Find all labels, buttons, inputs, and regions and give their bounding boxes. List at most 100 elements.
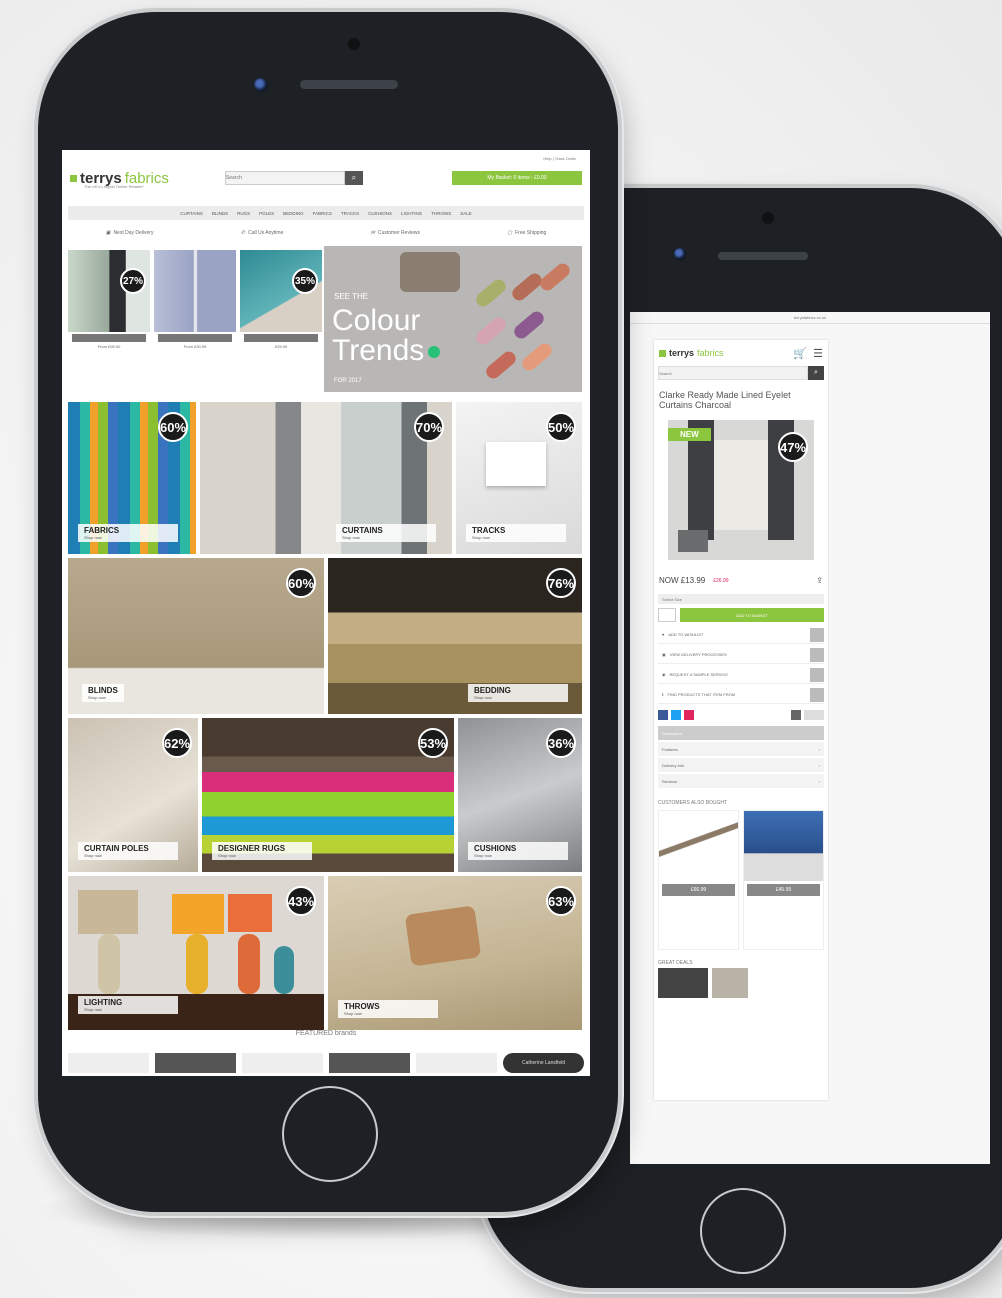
- category-tile-throws[interactable]: 63% THROWS Shop now: [328, 876, 582, 1030]
- paint-pots: [400, 252, 460, 292]
- brand-logo[interactable]: [329, 1053, 410, 1073]
- mobile-search: ⌕: [658, 366, 824, 380]
- mobile-search-input[interactable]: [658, 366, 808, 380]
- back-phone-home-button[interactable]: [700, 1188, 786, 1274]
- discount-badge: 50%: [546, 412, 576, 442]
- back-phone-screen: terrysfabrics.co.uk terrysfabrics 🛒 ☰ ⌕: [630, 312, 990, 1164]
- lamp-shade: [78, 890, 138, 934]
- swatch: [519, 340, 555, 374]
- chevron-right-icon: ›: [818, 778, 820, 784]
- print-icon[interactable]: [791, 710, 801, 720]
- colour-trends-banner[interactable]: SEE THE Colour Trends FOR 2017: [324, 246, 582, 392]
- related-product[interactable]: £66.99: [658, 810, 739, 950]
- share-icon[interactable]: ⇪: [816, 576, 823, 585]
- trends-line-2: Colour Trends: [332, 306, 441, 366]
- discount-badge: 60%: [286, 568, 316, 598]
- nav-item[interactable]: BLINDS: [212, 211, 228, 216]
- category-tile-lighting[interactable]: 43% LIGHTING Shop now: [68, 876, 324, 1030]
- discount-badge: 47%: [778, 432, 808, 462]
- account-links[interactable]: Help | Track Order: [543, 156, 576, 161]
- mobile-logo[interactable]: terrys fabrics: [659, 348, 724, 358]
- price: NOW £13.99: [659, 576, 706, 585]
- chevron-right-icon: ›: [818, 746, 820, 752]
- quick-view-bar[interactable]: [244, 334, 318, 342]
- category-label: DESIGNER RUGS Shop now: [212, 842, 312, 860]
- category-tile-fabrics[interactable]: 60% FABRICS Shop now: [68, 402, 196, 554]
- search-input[interactable]: [224, 171, 345, 185]
- product-image: [154, 250, 236, 332]
- size-select[interactable]: Select Size: [658, 594, 824, 604]
- quick-view-bar[interactable]: [72, 334, 146, 342]
- brand-logo[interactable]: [242, 1053, 323, 1073]
- swatch: [509, 270, 545, 304]
- green-dot-icon: [428, 346, 441, 359]
- mockup-stage: terrysfabrics.co.uk terrysfabrics 🛒 ☰ ⌕: [0, 0, 1002, 1298]
- brand-logo[interactable]: [68, 1053, 149, 1073]
- nav-item[interactable]: CURTAINS: [180, 211, 203, 216]
- category-tile-curtains[interactable]: 70% CURTAINS Shop now: [200, 402, 452, 554]
- search-icon[interactable]: ⌕: [808, 366, 824, 380]
- quick-view-bar[interactable]: [158, 334, 232, 342]
- search-icon[interactable]: ⌕: [344, 171, 363, 185]
- brand-logo[interactable]: Catherine Lansfield: [503, 1053, 584, 1073]
- nav-item[interactable]: TRACKS: [341, 211, 359, 216]
- nav-item[interactable]: BEDDING: [283, 211, 304, 216]
- basket-icon[interactable]: 🛒: [793, 347, 807, 360]
- chevron-right-icon: [810, 667, 824, 682]
- accordion-description[interactable]: Description: [658, 726, 824, 740]
- add-to-basket-button[interactable]: ADD TO BASKET: [680, 608, 824, 622]
- brand-logo[interactable]: [155, 1053, 236, 1073]
- link-sample[interactable]: ◉ REQUEST A SAMPLE SERVICE: [658, 666, 824, 684]
- email-icon[interactable]: [804, 710, 824, 720]
- lamp-base: [186, 934, 208, 994]
- accordion-features[interactable]: Features ›: [658, 742, 824, 756]
- related-products: £66.99 £45.99: [658, 810, 824, 950]
- pinterest-icon[interactable]: [684, 710, 694, 720]
- brand-logo[interactable]: [416, 1053, 497, 1073]
- accordion-reviews[interactable]: Reviews ›: [658, 774, 824, 788]
- menu-icon[interactable]: ☰: [813, 347, 823, 360]
- accordion-delivery[interactable]: Delivery Info ›: [658, 758, 824, 772]
- other-product[interactable]: [658, 968, 708, 998]
- heart-icon: ♥: [662, 632, 665, 637]
- nav-item[interactable]: SALE: [460, 211, 472, 216]
- twitter-icon[interactable]: [671, 710, 681, 720]
- category-tile-designer-rugs[interactable]: 53% DESIGNER RUGS Shop now: [202, 718, 454, 872]
- discount-badge: 76%: [546, 568, 576, 598]
- category-tile-curtain-poles[interactable]: 62% CURTAIN POLES Shop now: [68, 718, 198, 872]
- usp-bar: ▣ Next Day Delivery ✆ Call Us Anytime ✉ Cus…: [62, 220, 590, 246]
- mobile-header: terrys fabrics 🛒 ☰: [654, 340, 828, 366]
- product-card[interactable]: 27% From £99.00: [68, 250, 150, 392]
- social-share: [658, 710, 824, 720]
- basket-button[interactable]: My Basket: 0 items - £0.00: [452, 171, 582, 185]
- link-similar[interactable]: ℹ FIND PRODUCTS THAT ITEM FROM: [658, 686, 824, 704]
- discount-badge: 27%: [120, 268, 146, 294]
- front-phone-front-camera: [348, 38, 360, 50]
- product-links: ♥ ADD TO WISHLIST ▣ VIEW DELIVERY PROCESSE…: [654, 626, 828, 704]
- category-tile-cushions[interactable]: 36% CUSHIONS Shop now: [458, 718, 582, 872]
- nav-item[interactable]: POLES: [259, 211, 274, 216]
- product-image[interactable]: NEW 47%: [668, 420, 814, 560]
- nav-item[interactable]: FABRICS: [313, 211, 332, 216]
- nav-item[interactable]: CUSHIONS: [368, 211, 392, 216]
- category-tile-tracks[interactable]: 50% TRACKS Shop now: [456, 402, 582, 554]
- front-phone-speaker: [300, 80, 398, 89]
- truck-icon: ▣: [105, 230, 111, 236]
- nav-item[interactable]: LIGHTING: [401, 211, 422, 216]
- front-phone-home-button[interactable]: [282, 1086, 378, 1182]
- product-card[interactable]: From £30.99: [154, 250, 236, 392]
- link-wishlist[interactable]: ♥ ADD TO WISHLIST: [658, 626, 824, 644]
- related-product[interactable]: £45.99: [743, 810, 824, 950]
- category-tile-blinds[interactable]: 60% BLINDS Shop now: [68, 558, 324, 714]
- discount-badge: 63%: [546, 886, 576, 916]
- nav-item[interactable]: RUGS: [237, 211, 250, 216]
- facebook-icon[interactable]: [658, 710, 668, 720]
- link-delivery[interactable]: ▣ VIEW DELIVERY PROCESSES: [658, 646, 824, 664]
- product-card[interactable]: 35% £25.99: [240, 250, 322, 392]
- nav-item[interactable]: THROWS: [431, 211, 451, 216]
- other-product[interactable]: [712, 968, 748, 998]
- category-tile-bedding[interactable]: 76% BEDDING Shop now: [328, 558, 582, 714]
- quantity-input[interactable]: [658, 608, 676, 622]
- swatch: [473, 276, 509, 310]
- swatch: [511, 308, 547, 342]
